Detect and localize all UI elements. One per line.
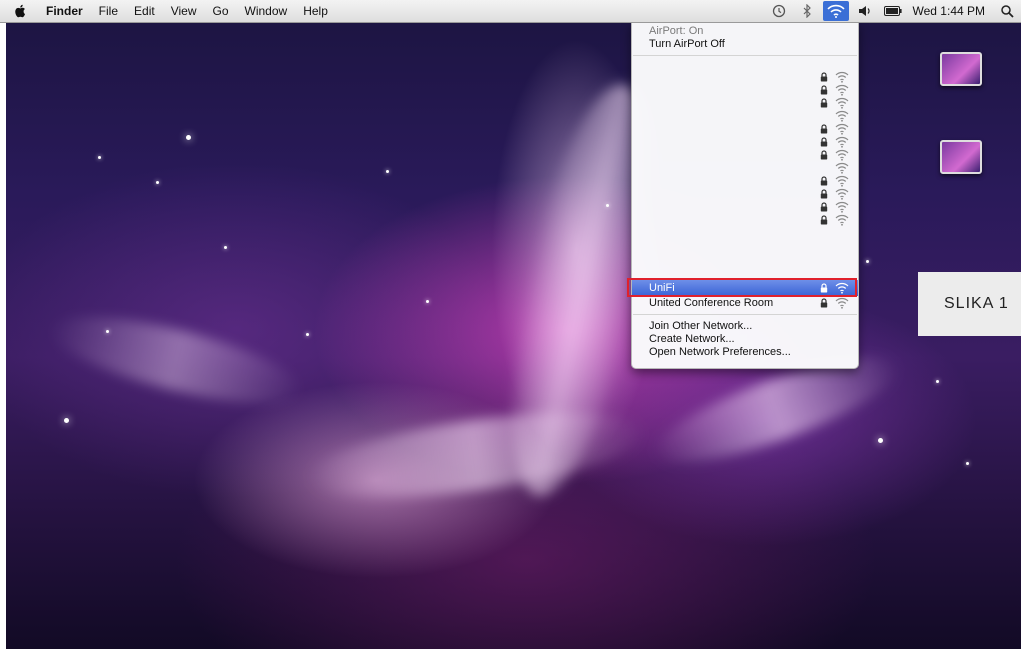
- lock-icon: [820, 137, 828, 147]
- network-row[interactable]: [632, 188, 858, 201]
- wifi-signal-icon: [835, 136, 849, 148]
- wifi-signal-icon: [835, 201, 849, 213]
- menu-finder[interactable]: Finder: [38, 4, 91, 18]
- screenshot-thumbnail-icon: [940, 52, 982, 86]
- network-name: United Conference Room: [649, 297, 774, 309]
- menu-help[interactable]: Help: [295, 4, 336, 18]
- desktop-file-screenshot-2[interactable]: [932, 140, 988, 210]
- network-row[interactable]: [632, 149, 858, 162]
- bluetooth-icon[interactable]: [798, 3, 816, 19]
- wifi-signal-icon: [835, 188, 849, 200]
- lock-icon: [820, 202, 828, 212]
- network-row[interactable]: [632, 97, 858, 110]
- join-other-network-item[interactable]: Join Other Network...: [632, 320, 858, 333]
- airport-wifi-icon[interactable]: [822, 1, 849, 21]
- menu-window[interactable]: Window: [237, 4, 296, 18]
- wifi-signal-icon: [835, 175, 849, 187]
- caption-text: SLIKA 1: [944, 295, 1009, 312]
- wifi-signal-icon: [835, 123, 849, 135]
- network-row[interactable]: [632, 214, 858, 227]
- menu-view[interactable]: View: [163, 4, 205, 18]
- airport-status-label: AirPort: On: [649, 25, 704, 37]
- wifi-signal-icon: [835, 84, 849, 96]
- desktop-wallpaper: [6, 0, 1021, 649]
- menu-edit[interactable]: Edit: [126, 4, 163, 18]
- menu-clock[interactable]: Wed 1:44 PM: [913, 4, 985, 18]
- lock-icon: [820, 72, 828, 82]
- wifi-signal-icon: [835, 71, 849, 83]
- lock-icon: [820, 85, 828, 95]
- network-row[interactable]: [632, 123, 858, 136]
- open-network-preferences-label: Open Network Preferences...: [649, 346, 791, 358]
- menu-go[interactable]: Go: [205, 4, 237, 18]
- wifi-signal-icon: [835, 149, 849, 161]
- create-network-item[interactable]: Create Network...: [632, 333, 858, 346]
- time-machine-icon[interactable]: [770, 3, 788, 19]
- wifi-signal-icon: [835, 97, 849, 109]
- image-margin: [0, 22, 6, 649]
- menu-extras: Wed 1:44 PM: [765, 0, 1021, 22]
- network-row[interactable]: [632, 71, 858, 84]
- network-row[interactable]: [632, 84, 858, 97]
- airport-menu: AirPort: On Turn AirPort Off UniFi United…: [631, 22, 859, 369]
- turn-airport-off-item[interactable]: Turn AirPort Off: [632, 38, 858, 51]
- join-other-network-label: Join Other Network...: [649, 320, 753, 332]
- menu-file[interactable]: File: [91, 4, 126, 18]
- network-row[interactable]: [632, 162, 858, 175]
- desktop-file-screenshot-1[interactable]: [932, 52, 988, 122]
- network-row[interactable]: [632, 136, 858, 149]
- wifi-signal-icon: [835, 162, 849, 174]
- wifi-signal-icon: [835, 297, 849, 309]
- lock-icon: [820, 189, 828, 199]
- menu-separator: [633, 314, 857, 315]
- annotation-highlight-box: [627, 278, 857, 297]
- network-row[interactable]: [632, 110, 858, 123]
- battery-icon[interactable]: [883, 3, 902, 19]
- lock-icon: [820, 98, 828, 108]
- menu-bar: Finder File Edit View Go Window Help Wed…: [0, 0, 1021, 23]
- create-network-label: Create Network...: [649, 333, 735, 345]
- spotlight-icon[interactable]: [998, 3, 1016, 19]
- network-row[interactable]: [632, 175, 858, 188]
- screenshot-thumbnail-icon: [940, 140, 982, 174]
- wifi-signal-icon: [835, 110, 849, 122]
- menu-separator: [633, 55, 857, 56]
- lock-icon: [820, 176, 828, 186]
- caption-label: SLIKA 1: [918, 272, 1021, 336]
- network-row[interactable]: [632, 201, 858, 214]
- lock-icon: [820, 215, 828, 225]
- lock-icon: [820, 150, 828, 160]
- airport-status: AirPort: On: [632, 25, 858, 38]
- turn-airport-off-label: Turn AirPort Off: [649, 38, 725, 50]
- open-network-preferences-item[interactable]: Open Network Preferences...: [632, 346, 858, 359]
- apple-menu-icon[interactable]: [14, 4, 26, 18]
- lock-icon: [820, 124, 828, 134]
- volume-icon[interactable]: [856, 3, 874, 19]
- network-row[interactable]: United Conference Room: [632, 297, 858, 310]
- lock-icon: [820, 298, 828, 308]
- wifi-signal-icon: [835, 214, 849, 226]
